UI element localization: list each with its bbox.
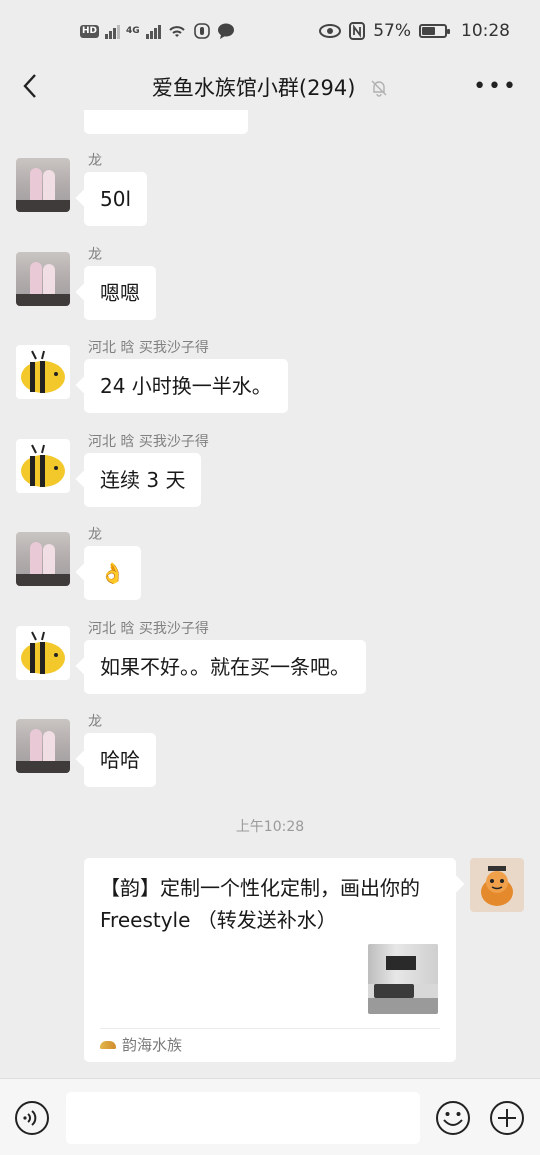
message-bubble[interactable]: 24 小时换一半水。	[84, 359, 288, 413]
message-bubble[interactable]: 连续 3 天	[84, 452, 202, 507]
nfc-icon	[349, 22, 366, 40]
link-card-source-text: 韵海水族	[122, 1036, 183, 1054]
sender-avatar[interactable]	[16, 345, 70, 399]
wifi-icon	[168, 26, 185, 37]
clock: 10:28	[461, 21, 510, 41]
more-button[interactable]: •••	[473, 74, 518, 99]
link-card-thumbnail	[368, 944, 438, 1014]
voice-icon[interactable]	[14, 1100, 50, 1136]
status-right-icons: 57% 10:28	[319, 20, 510, 42]
source-logo-icon	[100, 1040, 116, 1049]
battery-icon	[419, 24, 450, 38]
bee-icon	[21, 350, 65, 393]
link-card-source: 韵海水族	[100, 1034, 182, 1055]
sender-name: 龙	[88, 714, 102, 730]
link-card[interactable]: 【韵】定制一个性化定制，画出你的Freestyle （转发送补水） 韵海水族	[84, 858, 456, 1062]
sender-avatar[interactable]	[16, 719, 70, 773]
message-bubble[interactable]: 👌	[84, 546, 141, 600]
timestamp: 上午10:28	[235, 819, 305, 835]
sender-avatar[interactable]	[16, 158, 70, 212]
my-avatar[interactable]	[470, 858, 524, 912]
message-icon	[217, 23, 234, 39]
battery-fill	[422, 27, 435, 35]
sender-name: 河北 晗 买我沙子得	[88, 620, 209, 637]
chat-header: 爱鱼水族馆小群(294) •••	[0, 62, 540, 110]
sender-avatar[interactable]	[16, 251, 70, 306]
sender-avatar[interactable]	[16, 532, 70, 586]
status-left-icons: HD 4G	[80, 20, 235, 42]
message-bubble[interactable]: 哈哈	[84, 733, 156, 787]
sender-name: 河北 晗 买我沙子得	[88, 340, 209, 356]
message-bubble[interactable]: 嗯嗯	[84, 265, 156, 320]
input-bar	[0, 1078, 540, 1155]
sender-name: 龙	[88, 246, 102, 263]
battery-percent: 57%	[373, 21, 411, 41]
bee-icon	[21, 631, 65, 674]
sender-avatar[interactable]	[16, 438, 70, 493]
hd-badge: HD	[80, 24, 100, 38]
hand-icon	[193, 23, 210, 39]
message-bubble[interactable]: 50l	[84, 172, 148, 226]
link-card-title: 【韵】定制一个性化定制，画出你的Freestyle （转发送补水）	[100, 876, 420, 932]
chat-title-text: 爱鱼水族馆小群(294)	[151, 76, 356, 100]
tiger-avatar-icon	[481, 866, 513, 906]
signal-icon-2	[145, 23, 161, 39]
message-input[interactable]	[66, 1092, 420, 1144]
link-card-divider	[100, 1028, 440, 1029]
sender-name: 龙	[88, 153, 102, 169]
status-bar: HD 4G 57% 10:28	[0, 0, 540, 62]
message-bubble[interactable]: 如果不好。。就在买一条吧。	[84, 639, 366, 694]
network-type: 4G	[126, 26, 140, 36]
bell-off-icon	[371, 80, 387, 97]
chat-title: 爱鱼水族馆小群(294)	[0, 72, 540, 102]
eye-icon	[319, 24, 342, 38]
sender-name: 龙	[88, 527, 102, 543]
partial-message-bubble	[84, 110, 248, 134]
sender-name: 河北 晗 买我沙子得	[88, 433, 209, 450]
signal-icon	[105, 23, 121, 39]
emoji-icon[interactable]	[435, 1100, 471, 1136]
bee-icon	[21, 444, 65, 487]
sender-avatar[interactable]	[16, 625, 70, 680]
chat-area[interactable]: 龙 50l 龙嗯嗯 河北 晗 买我沙子得 24 小时换一半水。 河北 晗 买我沙子得 连续 …	[0, 110, 540, 1078]
plus-icon[interactable]	[489, 1100, 525, 1136]
